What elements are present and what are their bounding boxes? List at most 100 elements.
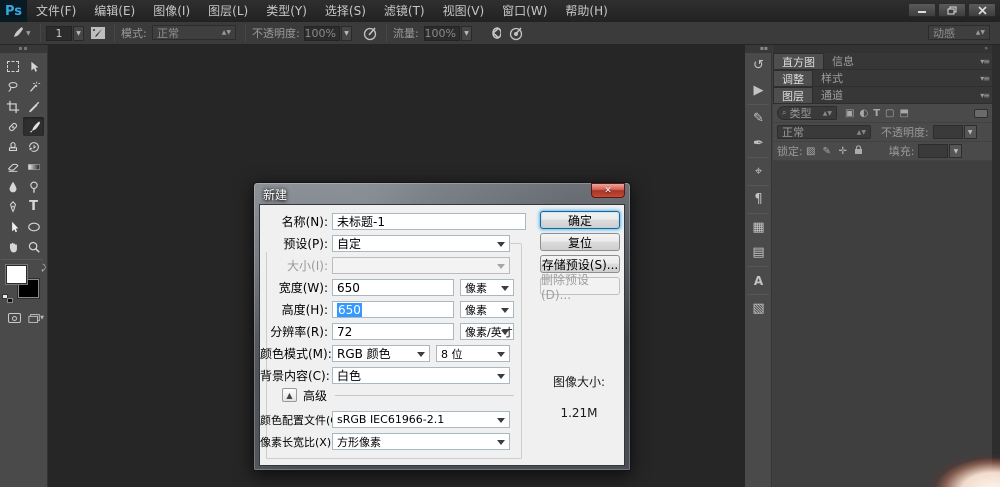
hand-tool[interactable]	[2, 237, 23, 256]
width-unit-dropdown[interactable]: 像素	[460, 279, 514, 296]
blend-mode-dropdown[interactable]: 正常 ▲▼	[777, 125, 871, 139]
menu-filter[interactable]: 滤镜(T)	[375, 0, 434, 22]
magic-wand-tool[interactable]	[23, 77, 44, 96]
width-input[interactable]: 650	[332, 279, 454, 296]
menu-layer[interactable]: 图层(L)	[199, 0, 257, 22]
lock-all-icon[interactable]	[851, 144, 867, 158]
brush-panel-icon[interactable]: ✎	[745, 106, 772, 131]
pixel-aspect-dropdown[interactable]: 方形像素	[332, 433, 510, 450]
rectangular-marquee-tool[interactable]	[2, 57, 23, 76]
height-input[interactable]: 650	[332, 301, 454, 318]
menu-view[interactable]: 视图(V)	[434, 0, 494, 22]
adjustment-filter-icon[interactable]: ◐	[859, 108, 868, 119]
filter-toggle-switch[interactable]	[974, 108, 988, 118]
menu-image[interactable]: 图像(I)	[144, 0, 199, 22]
clone-stamp-tool[interactable]	[2, 137, 23, 156]
pixel-filter-icon[interactable]: ▣	[845, 108, 854, 119]
ok-button[interactable]: 确定	[540, 211, 620, 229]
panel-menu-icon[interactable]: ▾≡	[980, 57, 990, 66]
character-styles-panel-icon[interactable]: A	[745, 268, 772, 293]
clone-source-panel-icon[interactable]: ⌖	[745, 159, 772, 184]
paragraph-panel-icon[interactable]: ¶	[745, 187, 772, 212]
menu-select[interactable]: 选择(S)	[316, 0, 375, 22]
dialog-close-button[interactable]: ✕	[591, 183, 625, 198]
tab-channels[interactable]: 通道	[813, 87, 851, 103]
color-profile-dropdown[interactable]: sRGB IEC61966-2.1	[332, 411, 510, 428]
layer-fill-value[interactable]	[918, 144, 949, 158]
notes-panel-icon[interactable]: ▧	[745, 296, 772, 321]
menu-file[interactable]: 文件(F)	[27, 0, 85, 22]
menu-type[interactable]: 类型(Y)	[257, 0, 316, 22]
menu-edit[interactable]: 编辑(E)	[85, 0, 144, 22]
lock-position-icon[interactable]: ✛	[835, 146, 851, 157]
layer-filter-dropdown[interactable]: ⌕ 类型 ▲▼	[777, 106, 837, 120]
pen-tool[interactable]	[2, 197, 23, 216]
dodge-tool[interactable]	[23, 177, 44, 196]
path-selection-tool[interactable]	[2, 217, 23, 236]
opacity-field[interactable]: 100% ▼	[304, 22, 352, 44]
tool-presets-panel-icon[interactable]: ✒	[745, 131, 772, 156]
menu-window[interactable]: 窗口(W)	[493, 0, 556, 22]
swatches-panel-icon[interactable]: ▦	[745, 215, 772, 240]
layer-opacity-value[interactable]	[932, 125, 963, 139]
tab-info[interactable]: 信息	[824, 53, 862, 69]
quick-mask-button[interactable]	[6, 311, 22, 325]
gradient-tool[interactable]	[23, 157, 44, 176]
flow-arrow[interactable]: ▼	[461, 25, 472, 41]
panel-menu-icon[interactable]: ▾≡	[980, 74, 990, 83]
history-brush-tool[interactable]	[23, 137, 44, 156]
preset-dropdown[interactable]: 自定	[332, 235, 510, 252]
close-button[interactable]	[968, 3, 996, 17]
crop-tool[interactable]	[2, 97, 23, 116]
mode-dropdown[interactable]: 正常 ▲▼	[152, 25, 236, 40]
shape-filter-icon[interactable]: ▢	[885, 108, 894, 119]
tablet-size-button[interactable]	[506, 22, 526, 44]
brush-size-spinner[interactable]: ▼	[73, 25, 84, 41]
lasso-tool[interactable]	[2, 77, 23, 96]
tab-styles[interactable]: 样式	[813, 70, 851, 86]
history-panel-icon[interactable]: ↺	[745, 53, 772, 78]
layer-opacity-arrow[interactable]: ▼	[963, 125, 977, 139]
eyedropper-tool[interactable]	[23, 97, 44, 116]
blur-tool[interactable]	[2, 177, 23, 196]
panel-menu-icon[interactable]: ▾≡	[980, 91, 990, 100]
menu-help[interactable]: 帮助(H)	[556, 0, 616, 22]
tab-histogram[interactable]: 直方图	[773, 53, 824, 69]
workspace-dropdown[interactable]: 动感 ▲▼	[928, 25, 990, 40]
layer-fill-arrow[interactable]: ▼	[949, 144, 963, 158]
height-unit-dropdown[interactable]: 像素	[460, 301, 514, 318]
tool-palette-header[interactable]: ▪▪	[0, 45, 47, 53]
eraser-tool[interactable]	[2, 157, 23, 176]
screen-mode-button[interactable]: ▼	[28, 311, 44, 325]
minimize-button[interactable]	[908, 3, 936, 17]
type-tool[interactable]: T	[23, 197, 44, 216]
resolution-unit-dropdown[interactable]: 像素/英寸	[460, 323, 514, 340]
strip-collapse-handle[interactable]: ▪▪	[745, 45, 771, 53]
color-mode-dropdown[interactable]: RGB 颜色	[332, 345, 430, 362]
restore-button[interactable]	[938, 3, 966, 17]
lock-image-icon[interactable]: ✎	[819, 146, 835, 157]
dock-collapse-handle[interactable]: »	[773, 45, 992, 53]
ellipse-shape-tool[interactable]	[23, 217, 44, 236]
move-tool[interactable]	[23, 57, 44, 76]
brush-size-field[interactable]: 1 ▼	[46, 22, 84, 44]
zoom-tool[interactable]	[23, 237, 44, 256]
spot-healing-brush-tool[interactable]	[2, 117, 23, 136]
airbrush-button[interactable]	[482, 22, 502, 44]
opacity-arrow[interactable]: ▼	[341, 25, 352, 41]
resolution-input[interactable]: 72	[332, 323, 454, 340]
tablet-opacity-button[interactable]	[360, 22, 380, 44]
advanced-collapse-button[interactable]: ▲	[282, 388, 297, 402]
background-dropdown[interactable]: 白色	[332, 367, 510, 384]
brush-preset-picker[interactable]: ▼	[6, 22, 31, 44]
brush-tool[interactable]	[23, 117, 44, 136]
foreground-color-swatch[interactable]	[6, 265, 27, 284]
name-input[interactable]: 未标题-1	[332, 213, 526, 230]
default-colors-icon[interactable]	[2, 294, 13, 303]
properties-panel-icon[interactable]: ▤	[745, 240, 772, 265]
type-filter-icon[interactable]: T	[873, 108, 880, 119]
flow-field[interactable]: 100% ▼	[424, 22, 472, 44]
lock-transparency-icon[interactable]: ▨	[803, 146, 819, 157]
smart-object-filter-icon[interactable]: ⬒	[899, 108, 908, 119]
reset-button[interactable]: 复位	[540, 233, 620, 251]
